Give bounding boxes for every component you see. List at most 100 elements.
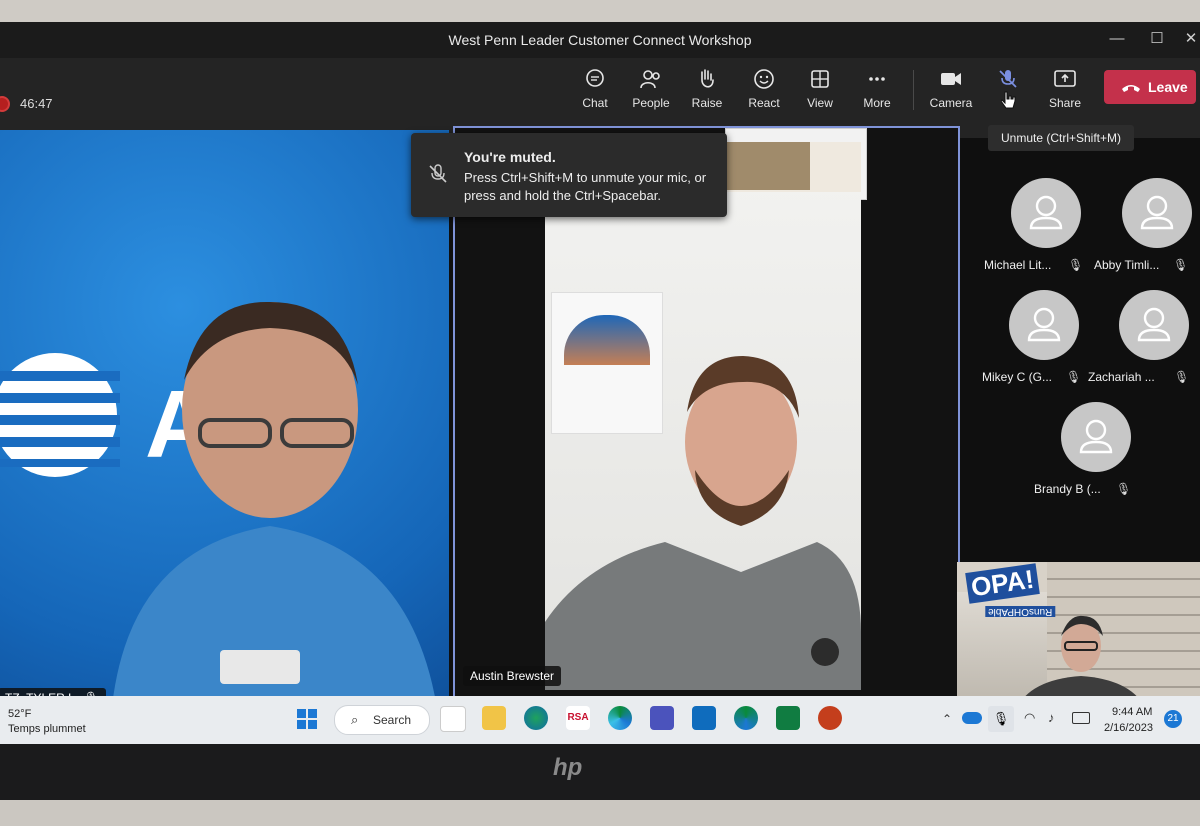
mic-off-icon: 🎙︎ <box>1116 482 1132 496</box>
people-label: People <box>632 96 670 110</box>
person-icon <box>1029 195 1063 230</box>
laptop-bezel-top <box>0 0 1200 22</box>
participant-name: Austin Brewster <box>470 669 555 683</box>
show-hidden-icons[interactable]: ⌃ <box>942 712 952 726</box>
excel-app-icon[interactable] <box>776 706 800 730</box>
outlook-app-icon[interactable] <box>692 706 716 730</box>
more-label: More <box>863 96 891 110</box>
phone-hangup-icon <box>1122 85 1140 92</box>
volume-icon[interactable]: ♪ <box>1048 710 1055 725</box>
raise-hand-button[interactable]: Raise <box>682 68 732 128</box>
smiley-icon <box>754 69 774 89</box>
onedrive-icon[interactable] <box>962 712 982 724</box>
laptop-hinge <box>0 800 1200 826</box>
mic-off-icon: 🎙︎ <box>1174 370 1190 384</box>
leave-label: Leave <box>1148 79 1188 95</box>
laptop-screen: West Penn Leader Customer Connect Worksh… <box>0 22 1200 744</box>
search-label: Search <box>373 713 412 727</box>
presenter-figure-center <box>545 356 861 690</box>
react-button[interactable]: React <box>739 68 789 128</box>
chat-label: Chat <box>582 96 608 110</box>
mic-off-icon <box>429 164 447 183</box>
meeting-timer: 46:47 <box>20 96 53 111</box>
participant-tile[interactable]: Mikey C (G... 🎙︎ <box>982 290 1094 390</box>
hp-logo: hp <box>553 754 583 781</box>
avatar <box>1119 290 1189 360</box>
grid-icon <box>811 70 829 88</box>
edge-browser-icon[interactable] <box>608 706 632 730</box>
wifi-icon[interactable]: ◠ <box>1024 710 1035 726</box>
toolbar-divider <box>913 70 914 110</box>
mic-off-icon: 🎙︎ <box>1066 370 1082 384</box>
camera-button[interactable]: Camera <box>926 68 976 128</box>
leave-button[interactable]: Leave <box>1104 70 1196 104</box>
participant-grid: Michael Lit... 🎙︎ Abby Timli... 🎙︎ Mikey… <box>960 152 1200 552</box>
more-button[interactable]: More <box>852 68 902 128</box>
mouse-cursor-icon <box>1001 91 1016 109</box>
notification-badge[interactable]: 21 <box>1164 710 1182 728</box>
avatar <box>1061 402 1131 472</box>
share-label: Share <box>1048 96 1082 110</box>
toast-body: Press Ctrl+Shift+M to unmute your mic, o… <box>464 170 707 203</box>
people-button[interactable]: People <box>626 68 676 128</box>
share-icon <box>1054 70 1076 87</box>
weather-temp[interactable]: 52°F <box>8 708 31 720</box>
windows-taskbar <box>0 696 1200 744</box>
close-button[interactable]: ✕ <box>1178 27 1200 51</box>
teams-app-icon[interactable] <box>650 706 674 730</box>
hand-icon <box>701 69 714 88</box>
react-label: React <box>748 96 780 110</box>
self-view-video[interactable]: OPA! RunsOHPAble <box>957 562 1200 718</box>
video-feed <box>545 142 861 690</box>
battery-icon[interactable] <box>1072 712 1090 724</box>
participant-tile[interactable]: Michael Lit... 🎙︎ <box>984 178 1096 278</box>
search-icon: ⌕ <box>351 712 359 727</box>
powerpoint-app-icon[interactable] <box>818 706 842 730</box>
person-icon <box>1140 195 1174 230</box>
avatar <box>1009 290 1079 360</box>
file-explorer-icon[interactable] <box>482 706 506 730</box>
avatar <box>1011 178 1081 248</box>
unmute-tooltip: Unmute (Ctrl+Shift+M) <box>988 125 1134 151</box>
people-icon <box>640 70 660 89</box>
rsa-app-icon[interactable]: RSA <box>566 706 590 730</box>
muted-notification: You're muted. Press Ctrl+Shift+M to unmu… <box>411 133 727 217</box>
mic-off-icon: 🎙︎ <box>1068 258 1084 272</box>
maps-app-icon[interactable] <box>524 706 548 730</box>
mic-button[interactable] <box>983 68 1033 128</box>
participant-video-left[interactable]: AT TZ, TYLER L 🎙︎ <box>0 130 449 718</box>
participant-tile[interactable]: Brandy B (... 🎙︎ <box>1034 402 1146 502</box>
ellipsis-icon <box>869 77 885 81</box>
edge-secure-icon[interactable] <box>734 706 758 730</box>
window-title: West Penn Leader Customer Connect Worksh… <box>448 32 752 48</box>
participant-name-tag-center: Austin Brewster <box>463 666 562 686</box>
participant-tile[interactable]: Zachariah ... 🎙︎ <box>1088 290 1200 390</box>
person-icon <box>1137 307 1171 342</box>
participant-tile[interactable]: Abby Timli... 🎙︎ <box>1094 178 1200 278</box>
task-view-icon[interactable] <box>440 706 466 732</box>
maximize-button[interactable]: ☐ <box>1144 27 1170 51</box>
taskbar-time[interactable]: 9:44 AM <box>1112 706 1152 718</box>
avatar <box>1122 178 1192 248</box>
toast-title: You're muted. <box>464 149 556 165</box>
chat-icon <box>586 69 604 87</box>
chat-button[interactable]: Chat <box>570 68 620 128</box>
mic-off-icon <box>999 70 1017 88</box>
presenter-figure-left <box>110 301 439 718</box>
share-button[interactable]: Share <box>1040 68 1090 128</box>
mic-off-icon: 🎙︎ <box>1173 258 1189 272</box>
view-label: View <box>807 96 833 110</box>
weather-desc[interactable]: Temps plummet <box>8 723 86 735</box>
camera-label: Camera <box>929 96 973 110</box>
taskbar-date[interactable]: 2/16/2023 <box>1104 722 1153 734</box>
taskbar-search[interactable]: ⌕ Search <box>334 705 430 735</box>
mic-muted-tray-icon[interactable]: 🎙︎ <box>988 706 1014 732</box>
person-icon <box>1079 419 1113 454</box>
windows-logo-icon <box>297 709 317 729</box>
raise-label: Raise <box>691 96 723 110</box>
person-icon <box>1027 307 1061 342</box>
minimize-button[interactable]: — <box>1104 27 1130 51</box>
camera-icon <box>941 73 961 85</box>
start-button[interactable] <box>296 708 318 735</box>
view-button[interactable]: View <box>795 68 845 128</box>
